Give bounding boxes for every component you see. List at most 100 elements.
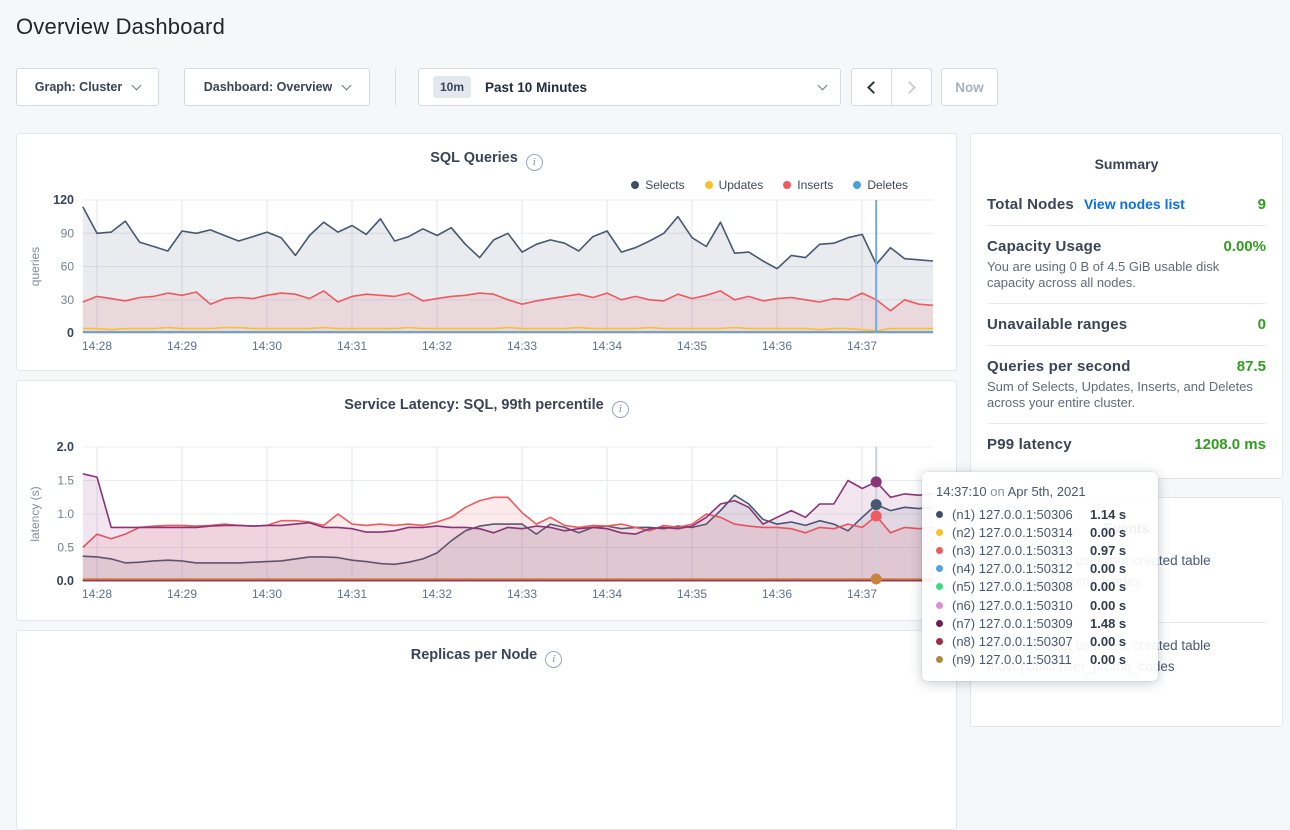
tooltip-row: (n1) 127.0.0.1:503061.14 s — [936, 505, 1144, 523]
node-color-dot — [936, 529, 943, 536]
service-latency-card: 14:2814:2914:3014:3114:3214:3314:3414:35… — [16, 380, 957, 621]
summary-row: Queries per second87.5Sum of Selects, Up… — [987, 346, 1266, 424]
svg-text:14:33: 14:33 — [507, 339, 537, 353]
summary-value: 0.00% — [1223, 238, 1266, 255]
svg-text:2.0: 2.0 — [57, 440, 74, 454]
svg-text:14:31: 14:31 — [337, 339, 367, 353]
time-range-badge: 10m — [433, 76, 471, 98]
svg-text:14:36: 14:36 — [762, 587, 792, 601]
legend-label: Inserts — [797, 178, 833, 192]
node-label: (n8) 127.0.0.1:50307 — [952, 634, 1090, 649]
tooltip-row: (n3) 127.0.0.1:503130.97 s — [936, 541, 1144, 559]
tooltip-header: 14:37:10 on Apr 5th, 2021 — [936, 484, 1144, 499]
tooltip-row: (n2) 127.0.0.1:503140.00 s — [936, 523, 1144, 541]
legend-label: Updates — [719, 178, 764, 192]
node-label: (n6) 127.0.0.1:50310 — [952, 598, 1090, 613]
chart-legend: Selects Updates Inserts Deletes — [631, 178, 908, 192]
node-color-dot — [936, 620, 943, 627]
node-color-dot — [936, 565, 943, 572]
tooltip-row: (n5) 127.0.0.1:503080.00 s — [936, 578, 1144, 596]
summary-row-head: Total Nodes View nodes list 9 — [987, 196, 1266, 213]
svg-text:14:34: 14:34 — [592, 587, 622, 601]
tooltip-row: (n9) 127.0.0.1:503110.00 s — [936, 651, 1144, 669]
node-label: (n2) 127.0.0.1:50314 — [952, 525, 1090, 540]
legend-label: Selects — [645, 178, 684, 192]
node-latency-value: 0.00 s — [1090, 652, 1126, 667]
node-latency-value: 0.00 s — [1090, 579, 1126, 594]
svg-text:queries: queries — [28, 247, 42, 286]
svg-text:14:29: 14:29 — [167, 339, 197, 353]
tooltip-row: (n4) 127.0.0.1:503120.00 s — [936, 560, 1144, 578]
chart-title: Replicas per Node i — [17, 647, 956, 668]
next-interval-button[interactable] — [891, 68, 932, 106]
node-label: (n7) 127.0.0.1:50309 — [952, 616, 1090, 631]
tooltip-time: 14:37:10 — [936, 484, 987, 499]
node-color-dot — [936, 547, 943, 554]
summary-value: 0 — [1258, 316, 1266, 333]
legend-dot — [705, 181, 713, 189]
prev-interval-button[interactable] — [851, 68, 892, 106]
node-color-dot — [936, 656, 943, 663]
time-range-dropdown[interactable]: 10m Past 10 Minutes — [418, 68, 841, 106]
toolbar: Graph: Cluster Dashboard: Overview 10m P… — [16, 68, 998, 106]
summary-row-head: P99 latency 1208.0 ms — [987, 436, 1266, 453]
now-button[interactable]: Now — [941, 68, 998, 106]
svg-text:90: 90 — [61, 226, 75, 240]
svg-text:14:32: 14:32 — [422, 339, 452, 353]
graph-dropdown-label: Graph: Cluster — [35, 80, 123, 94]
legend-item: Deletes — [853, 178, 908, 192]
chart-title-text: Replicas per Node — [411, 647, 538, 663]
node-latency-value: 0.00 s — [1090, 598, 1126, 613]
info-icon[interactable]: i — [545, 651, 562, 668]
svg-text:30: 30 — [61, 293, 75, 307]
svg-text:0.0: 0.0 — [57, 574, 74, 588]
tooltip-row: (n8) 127.0.0.1:503070.00 s — [936, 632, 1144, 650]
svg-text:latency (s): latency (s) — [28, 486, 42, 541]
chart-title-text: Service Latency: SQL, 99th percentile — [344, 397, 604, 413]
node-latency-value: 1.14 s — [1090, 507, 1126, 522]
dashboard-dropdown[interactable]: Dashboard: Overview — [184, 68, 370, 106]
tooltip-rows: (n1) 127.0.0.1:503061.14 s(n2) 127.0.0.1… — [936, 505, 1144, 669]
node-color-dot — [936, 602, 943, 609]
legend-dot — [853, 181, 861, 189]
tooltip-row: (n7) 127.0.0.1:503091.48 s — [936, 614, 1144, 632]
legend-item: Inserts — [783, 178, 833, 192]
dashboard-dropdown-label: Dashboard: Overview — [204, 80, 333, 94]
replicas-per-node-card: Replicas per Node i — [16, 630, 957, 830]
summary-panel: Summary Total Nodes View nodes list 9 Capac… — [970, 133, 1283, 479]
svg-text:60: 60 — [61, 260, 75, 274]
summary-title: Summary — [971, 134, 1282, 172]
node-color-dot — [936, 583, 943, 590]
summary-row: P99 latency 1208.0 ms — [987, 424, 1266, 465]
info-icon[interactable]: i — [612, 401, 629, 418]
summary-label: Total Nodes — [987, 196, 1074, 213]
svg-text:120: 120 — [53, 193, 74, 207]
node-label: (n9) 127.0.0.1:50311 — [952, 652, 1090, 667]
summary-label: Unavailable ranges — [987, 316, 1127, 333]
node-color-dot — [936, 638, 943, 645]
summary-rows: Total Nodes View nodes list 9 Capacity Usag… — [971, 184, 1282, 465]
node-latency-value: 0.00 s — [1090, 561, 1126, 576]
summary-label: Capacity Usage — [987, 238, 1102, 255]
svg-text:14:29: 14:29 — [167, 587, 197, 601]
view-nodes-link[interactable]: View nodes list — [1084, 196, 1185, 212]
node-latency-value: 1.48 s — [1090, 616, 1126, 631]
info-icon[interactable]: i — [526, 154, 543, 171]
chevron-down-icon — [132, 80, 142, 90]
svg-text:14:32: 14:32 — [422, 587, 452, 601]
graph-dropdown[interactable]: Graph: Cluster — [16, 68, 159, 106]
summary-row: Capacity Usage0.00%You are using 0 B of … — [987, 226, 1266, 304]
time-range-label: Past 10 Minutes — [485, 80, 587, 95]
summary-value: 9 — [1258, 196, 1266, 213]
hover-tooltip: 14:37:10 on Apr 5th, 2021 (n1) 127.0.0.1… — [922, 472, 1158, 681]
summary-label: P99 latency — [987, 436, 1072, 453]
svg-text:14:35: 14:35 — [677, 587, 707, 601]
summary-subtext: Sum of Selects, Updates, Inserts, and De… — [987, 379, 1266, 411]
svg-text:14:28: 14:28 — [82, 339, 112, 353]
node-color-dot — [936, 511, 943, 518]
summary-value: 1208.0 ms — [1194, 436, 1266, 453]
svg-text:14:30: 14:30 — [252, 339, 282, 353]
svg-text:14:37: 14:37 — [847, 587, 877, 601]
tooltip-row: (n6) 127.0.0.1:503100.00 s — [936, 596, 1144, 614]
legend-dot — [631, 181, 639, 189]
